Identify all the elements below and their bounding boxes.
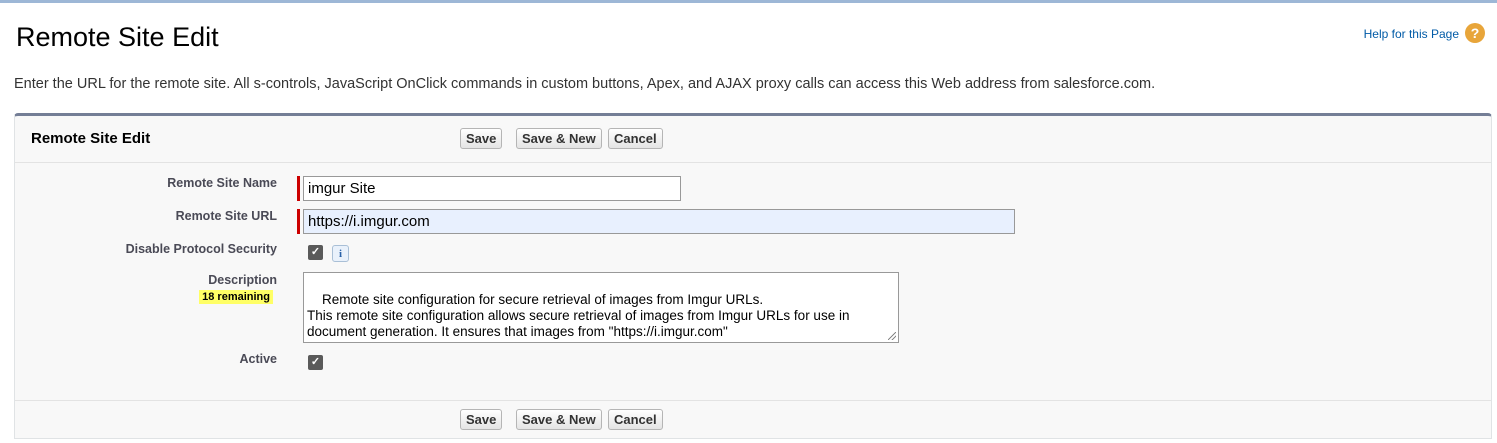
active-label: Active — [239, 352, 277, 366]
save-button-top[interactable]: Save — [460, 128, 503, 149]
intro-text: Enter the URL for the remote site. All s… — [14, 76, 1156, 92]
edit-panel: Remote Site Edit Save Save & New Cancel … — [14, 113, 1492, 439]
help-link[interactable]: Help for this Page — [1364, 27, 1459, 41]
help-question-icon[interactable]: ? — [1465, 23, 1485, 43]
cancel-button-bottom[interactable]: Cancel — [608, 409, 663, 430]
cancel-button-top[interactable]: Cancel — [608, 128, 663, 149]
top-strip — [0, 0, 1497, 3]
disable-protocol-security-label: Disable Protocol Security — [125, 242, 277, 256]
save-new-button-bottom[interactable]: Save & New — [516, 409, 602, 430]
remaining-count: 18 remaining — [199, 290, 273, 304]
description-label: Description — [208, 273, 277, 287]
remote-site-url-label: Remote Site URL — [175, 209, 277, 223]
info-icon[interactable]: i — [332, 245, 349, 262]
checkmark-icon: ✓ — [310, 356, 321, 368]
required-indicator — [297, 176, 300, 201]
panel-footer: Save Save & New Cancel — [15, 400, 1491, 438]
resize-handle-icon[interactable] — [888, 332, 896, 340]
panel-header: Remote Site Edit Save Save & New Cancel — [15, 116, 1491, 163]
required-indicator — [297, 209, 300, 234]
remote-site-name-input[interactable] — [303, 176, 681, 201]
description-textarea[interactable]: Remote site configuration for secure ret… — [303, 272, 899, 343]
active-checkbox[interactable]: ✓ — [308, 355, 323, 370]
save-new-button-top[interactable]: Save & New — [516, 128, 602, 149]
save-button-bottom[interactable]: Save — [460, 409, 503, 430]
remote-site-url-input[interactable] — [303, 209, 1015, 234]
description-text: Remote site configuration for secure ret… — [307, 292, 850, 339]
panel-title: Remote Site Edit — [31, 130, 151, 147]
checkmark-icon: ✓ — [310, 246, 321, 258]
disable-protocol-security-checkbox[interactable]: ✓ — [308, 245, 323, 260]
remote-site-name-label: Remote Site Name — [167, 176, 277, 190]
page-title: Remote Site Edit — [16, 22, 219, 52]
